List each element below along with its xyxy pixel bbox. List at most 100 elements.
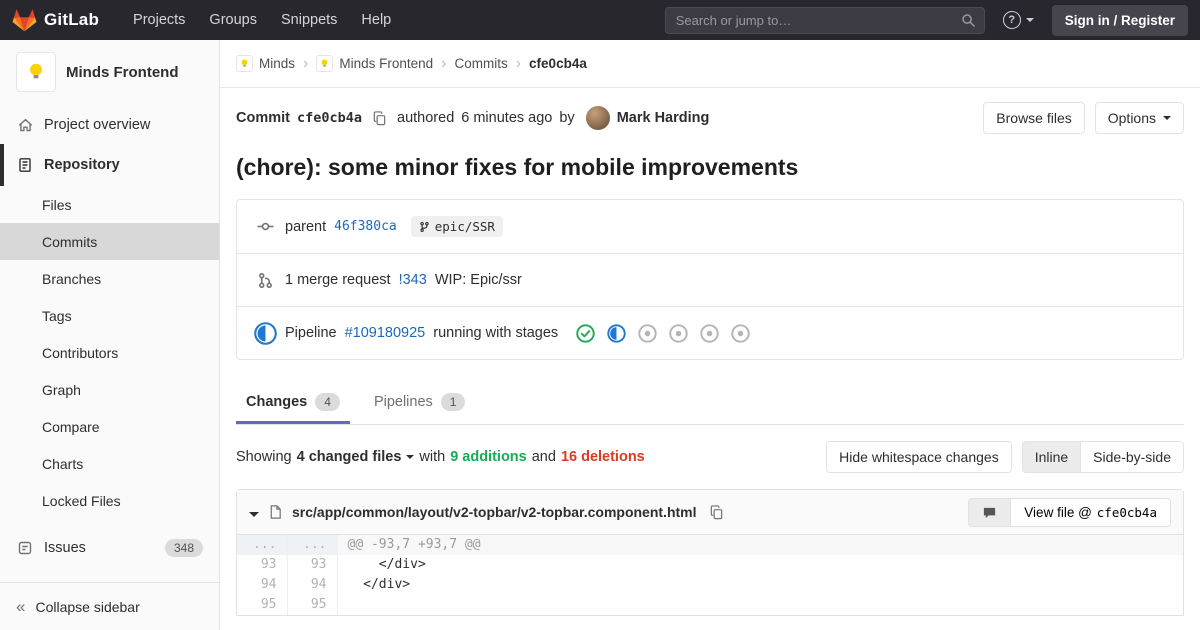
sidebar-item-issues[interactable]: Issues 348 xyxy=(0,529,219,567)
chevron-down-icon xyxy=(1025,18,1034,22)
commit-time-ago: 6 minutes ago xyxy=(461,110,553,126)
merge-request-row: 1 merge request !343 WIP: Epic/ssr xyxy=(237,253,1183,306)
stage-created-icon[interactable] xyxy=(700,323,719,343)
copy-path-button[interactable] xyxy=(706,504,727,520)
gitlab-brand[interactable]: GitLab xyxy=(12,8,99,32)
tab-pipelines-label: Pipelines xyxy=(373,394,433,410)
sidebar-item-compare[interactable]: Compare xyxy=(0,408,219,445)
options-label: Options xyxy=(1107,110,1156,126)
commit-tabs: Changes 4 Pipelines 1 xyxy=(236,380,1184,425)
mr-count-text: 1 merge request xyxy=(285,272,391,288)
breadcrumb-commits[interactable]: Commits xyxy=(454,56,507,71)
parent-sha-link[interactable]: 46f380ca xyxy=(334,219,397,234)
diff-file-path[interactable]: src/app/common/layout/v2-topbar/v2-topba… xyxy=(292,504,697,520)
issues-count-badge: 348 xyxy=(164,539,203,557)
sidebar-item-contributors[interactable]: Contributors xyxy=(0,334,219,371)
commit-word: Commit xyxy=(236,110,290,126)
toggle-comments-button[interactable] xyxy=(968,497,1012,527)
menu-help[interactable]: Help xyxy=(349,2,403,38)
author-name[interactable]: Mark Harding xyxy=(617,110,710,126)
collapse-sidebar-button[interactable]: « Collapse sidebar xyxy=(0,582,219,630)
code-line: </div> xyxy=(347,577,411,592)
sign-in-button[interactable]: Sign in / Register xyxy=(1051,4,1188,36)
breadcrumb-project[interactable]: Minds Frontend xyxy=(316,55,433,72)
breadcrumb: Minds › Minds Frontend › Commits › cfe0c… xyxy=(220,40,1200,88)
inline-view-button[interactable]: Inline xyxy=(1021,441,1082,473)
project-sidebar: Minds Frontend Project overview Reposito… xyxy=(0,40,220,630)
menu-groups[interactable]: Groups xyxy=(197,2,269,38)
breadcrumb-commits-label: Commits xyxy=(454,56,508,71)
view-file-label: View file @ xyxy=(1024,504,1092,520)
chevron-right-icon: › xyxy=(441,54,447,72)
branch-ref-label: epic/SSR xyxy=(434,219,495,234)
view-file-sha: cfe0cb4a xyxy=(1096,504,1157,520)
old-lineno[interactable]: 94 xyxy=(237,575,288,595)
browse-files-button[interactable]: Browse files xyxy=(983,102,1085,134)
stage-created-icon[interactable] xyxy=(731,323,750,343)
breadcrumb-project-label: Minds Frontend xyxy=(339,56,434,71)
author-avatar[interactable] xyxy=(585,106,610,130)
sidebar-item-branches[interactable]: Branches xyxy=(0,260,219,297)
sidebar-item-project-overview[interactable]: Project overview xyxy=(0,106,219,144)
changed-files-dropdown[interactable]: 4 changed files xyxy=(297,449,415,465)
sidebar-item-repository[interactable]: Repository xyxy=(0,144,219,186)
sidebar-item-label: Repository xyxy=(44,157,120,173)
branch-icon xyxy=(420,221,429,232)
sidebar-item-commits[interactable]: Commits xyxy=(0,223,219,260)
copy-sha-button[interactable] xyxy=(369,110,390,126)
tab-changes[interactable]: Changes 4 xyxy=(236,380,350,424)
file-icon xyxy=(268,504,283,520)
stage-created-icon[interactable] xyxy=(638,323,657,343)
new-lineno[interactable]: 93 xyxy=(287,555,338,575)
branch-ref-tag[interactable]: epic/SSR xyxy=(410,216,503,237)
tab-pipelines[interactable]: Pipelines 1 xyxy=(364,380,476,424)
deletions-count: 16 deletions xyxy=(560,449,645,465)
and-word: and xyxy=(531,449,556,465)
brand-wordmark: GitLab xyxy=(44,10,100,29)
commit-sha: cfe0cb4a xyxy=(296,110,363,126)
project-name: Minds Frontend xyxy=(66,63,179,81)
sidebar-item-label: Project overview xyxy=(44,117,151,133)
menu-projects[interactable]: Projects xyxy=(121,2,197,38)
old-lineno[interactable]: 93 xyxy=(237,555,288,575)
group-avatar xyxy=(236,55,253,72)
breadcrumb-group-label: Minds xyxy=(259,56,296,71)
pipelines-count-badge: 1 xyxy=(440,393,466,411)
diff-file: src/app/common/layout/v2-topbar/v2-topba… xyxy=(236,489,1184,616)
gitlab-tanuki-icon xyxy=(12,8,37,32)
hunk-header-text: @@ -93,7 +93,7 @@ xyxy=(337,535,1183,555)
stage-running-icon[interactable] xyxy=(607,323,626,343)
code-line: </div> xyxy=(347,557,426,572)
showing-word: Showing xyxy=(236,449,292,465)
sidebar-item-charts[interactable]: Charts xyxy=(0,445,219,482)
diff-line: 93 93 </div> xyxy=(237,555,1183,575)
with-word: with xyxy=(419,449,446,465)
options-dropdown-button[interactable]: Options xyxy=(1094,102,1184,134)
mr-ref-link[interactable]: !343 xyxy=(399,272,427,288)
chevron-right-icon: › xyxy=(303,54,309,72)
help-dropdown[interactable]: ? xyxy=(993,11,1044,29)
new-lineno[interactable]: 94 xyxy=(287,575,338,595)
new-lineno[interactable]: 95 xyxy=(287,595,338,615)
side-by-side-view-button[interactable]: Side-by-side xyxy=(1080,441,1184,473)
commit-header: Commit cfe0cb4a authored 6 minutes ago b… xyxy=(236,102,1184,134)
sidebar-item-tags[interactable]: Tags xyxy=(0,297,219,334)
changes-count-badge: 4 xyxy=(315,393,340,411)
sidebar-item-graph[interactable]: Graph xyxy=(0,371,219,408)
view-file-button[interactable]: View file @ cfe0cb4a xyxy=(1011,497,1171,527)
commit-icon xyxy=(253,218,277,235)
breadcrumb-group[interactable]: Minds xyxy=(236,55,295,72)
stage-created-icon[interactable] xyxy=(669,323,688,343)
menu-snippets[interactable]: Snippets xyxy=(269,2,349,38)
project-context[interactable]: Minds Frontend xyxy=(0,40,219,106)
sidebar-item-locked-files[interactable]: Locked Files xyxy=(0,482,219,519)
pipeline-id-link[interactable]: #109180925 xyxy=(345,325,426,341)
hide-whitespace-button[interactable]: Hide whitespace changes xyxy=(826,441,1012,473)
search-input[interactable] xyxy=(664,6,985,34)
double-chevron-left-icon: « xyxy=(16,597,26,616)
chevron-down-icon xyxy=(406,455,415,459)
sidebar-item-files[interactable]: Files xyxy=(0,186,219,223)
collapse-diff-caret[interactable] xyxy=(249,504,259,520)
old-lineno[interactable]: 95 xyxy=(237,595,288,615)
stage-passed-icon[interactable] xyxy=(576,323,595,343)
